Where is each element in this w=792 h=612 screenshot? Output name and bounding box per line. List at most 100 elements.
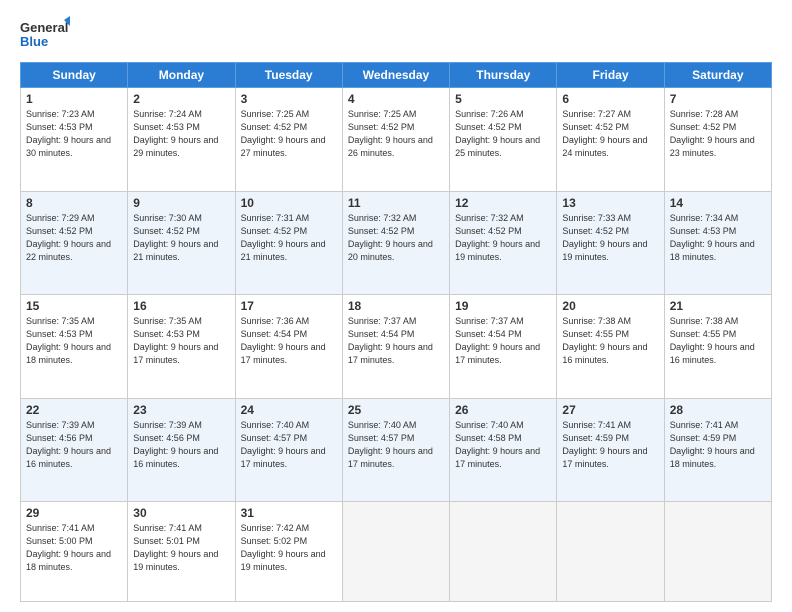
day-number: 12 [455, 196, 551, 210]
day-header-sunday: Sunday [21, 63, 128, 88]
day-info: Sunrise: 7:29 AMSunset: 4:52 PMDaylight:… [26, 212, 122, 264]
day-number: 3 [241, 92, 337, 106]
day-info: Sunrise: 7:25 AMSunset: 4:52 PMDaylight:… [241, 108, 337, 160]
day-info: Sunrise: 7:41 AMSunset: 4:59 PMDaylight:… [670, 419, 766, 471]
day-number: 24 [241, 403, 337, 417]
day-header-thursday: Thursday [450, 63, 557, 88]
day-info: Sunrise: 7:38 AMSunset: 4:55 PMDaylight:… [562, 315, 658, 367]
calendar-cell [664, 502, 771, 602]
day-info: Sunrise: 7:26 AMSunset: 4:52 PMDaylight:… [455, 108, 551, 160]
calendar-cell: 20 Sunrise: 7:38 AMSunset: 4:55 PMDaylig… [557, 295, 664, 399]
calendar-cell [557, 502, 664, 602]
day-info: Sunrise: 7:40 AMSunset: 4:57 PMDaylight:… [348, 419, 444, 471]
day-header-tuesday: Tuesday [235, 63, 342, 88]
day-info: Sunrise: 7:33 AMSunset: 4:52 PMDaylight:… [562, 212, 658, 264]
day-info: Sunrise: 7:40 AMSunset: 4:57 PMDaylight:… [241, 419, 337, 471]
day-info: Sunrise: 7:37 AMSunset: 4:54 PMDaylight:… [455, 315, 551, 367]
day-number: 10 [241, 196, 337, 210]
week-row-4: 22 Sunrise: 7:39 AMSunset: 4:56 PMDaylig… [21, 398, 772, 502]
calendar-cell: 26 Sunrise: 7:40 AMSunset: 4:58 PMDaylig… [450, 398, 557, 502]
day-info: Sunrise: 7:27 AMSunset: 4:52 PMDaylight:… [562, 108, 658, 160]
calendar-cell: 22 Sunrise: 7:39 AMSunset: 4:56 PMDaylig… [21, 398, 128, 502]
day-info: Sunrise: 7:35 AMSunset: 4:53 PMDaylight:… [26, 315, 122, 367]
calendar-cell: 15 Sunrise: 7:35 AMSunset: 4:53 PMDaylig… [21, 295, 128, 399]
header: General Blue [20, 16, 772, 54]
calendar-cell [342, 502, 449, 602]
day-number: 8 [26, 196, 122, 210]
day-header-friday: Friday [557, 63, 664, 88]
calendar-cell: 18 Sunrise: 7:37 AMSunset: 4:54 PMDaylig… [342, 295, 449, 399]
calendar-cell: 12 Sunrise: 7:32 AMSunset: 4:52 PMDaylig… [450, 191, 557, 295]
day-number: 21 [670, 299, 766, 313]
day-number: 2 [133, 92, 229, 106]
calendar-cell [450, 502, 557, 602]
day-info: Sunrise: 7:41 AMSunset: 5:01 PMDaylight:… [133, 522, 229, 574]
logo: General Blue [20, 16, 70, 54]
calendar-cell: 17 Sunrise: 7:36 AMSunset: 4:54 PMDaylig… [235, 295, 342, 399]
calendar-cell: 1 Sunrise: 7:23 AMSunset: 4:53 PMDayligh… [21, 88, 128, 192]
day-number: 5 [455, 92, 551, 106]
day-number: 14 [670, 196, 766, 210]
day-info: Sunrise: 7:23 AMSunset: 4:53 PMDaylight:… [26, 108, 122, 160]
day-info: Sunrise: 7:36 AMSunset: 4:54 PMDaylight:… [241, 315, 337, 367]
day-header-saturday: Saturday [664, 63, 771, 88]
calendar-cell: 9 Sunrise: 7:30 AMSunset: 4:52 PMDayligh… [128, 191, 235, 295]
day-info: Sunrise: 7:28 AMSunset: 4:52 PMDaylight:… [670, 108, 766, 160]
day-info: Sunrise: 7:39 AMSunset: 4:56 PMDaylight:… [26, 419, 122, 471]
logo-svg: General Blue [20, 16, 70, 54]
day-info: Sunrise: 7:42 AMSunset: 5:02 PMDaylight:… [241, 522, 337, 574]
day-info: Sunrise: 7:30 AMSunset: 4:52 PMDaylight:… [133, 212, 229, 264]
calendar-cell: 31 Sunrise: 7:42 AMSunset: 5:02 PMDaylig… [235, 502, 342, 602]
calendar-cell: 14 Sunrise: 7:34 AMSunset: 4:53 PMDaylig… [664, 191, 771, 295]
day-number: 28 [670, 403, 766, 417]
calendar-cell: 21 Sunrise: 7:38 AMSunset: 4:55 PMDaylig… [664, 295, 771, 399]
day-info: Sunrise: 7:32 AMSunset: 4:52 PMDaylight:… [455, 212, 551, 264]
day-info: Sunrise: 7:40 AMSunset: 4:58 PMDaylight:… [455, 419, 551, 471]
day-number: 27 [562, 403, 658, 417]
calendar-cell: 10 Sunrise: 7:31 AMSunset: 4:52 PMDaylig… [235, 191, 342, 295]
day-number: 19 [455, 299, 551, 313]
calendar-cell: 8 Sunrise: 7:29 AMSunset: 4:52 PMDayligh… [21, 191, 128, 295]
day-number: 31 [241, 506, 337, 520]
svg-text:Blue: Blue [20, 34, 48, 49]
page: General Blue SundayMondayTuesdayWednesda… [0, 0, 792, 612]
calendar-cell: 16 Sunrise: 7:35 AMSunset: 4:53 PMDaylig… [128, 295, 235, 399]
day-info: Sunrise: 7:24 AMSunset: 4:53 PMDaylight:… [133, 108, 229, 160]
calendar-cell: 24 Sunrise: 7:40 AMSunset: 4:57 PMDaylig… [235, 398, 342, 502]
day-number: 18 [348, 299, 444, 313]
calendar-cell: 13 Sunrise: 7:33 AMSunset: 4:52 PMDaylig… [557, 191, 664, 295]
day-info: Sunrise: 7:25 AMSunset: 4:52 PMDaylight:… [348, 108, 444, 160]
calendar-cell: 19 Sunrise: 7:37 AMSunset: 4:54 PMDaylig… [450, 295, 557, 399]
day-info: Sunrise: 7:34 AMSunset: 4:53 PMDaylight:… [670, 212, 766, 264]
day-number: 7 [670, 92, 766, 106]
svg-text:General: General [20, 20, 68, 35]
day-number: 17 [241, 299, 337, 313]
day-number: 20 [562, 299, 658, 313]
calendar-cell: 30 Sunrise: 7:41 AMSunset: 5:01 PMDaylig… [128, 502, 235, 602]
day-number: 6 [562, 92, 658, 106]
day-number: 22 [26, 403, 122, 417]
week-row-5: 29 Sunrise: 7:41 AMSunset: 5:00 PMDaylig… [21, 502, 772, 602]
day-info: Sunrise: 7:41 AMSunset: 5:00 PMDaylight:… [26, 522, 122, 574]
day-info: Sunrise: 7:35 AMSunset: 4:53 PMDaylight:… [133, 315, 229, 367]
calendar-cell: 2 Sunrise: 7:24 AMSunset: 4:53 PMDayligh… [128, 88, 235, 192]
day-number: 1 [26, 92, 122, 106]
day-number: 11 [348, 196, 444, 210]
header-row: SundayMondayTuesdayWednesdayThursdayFrid… [21, 63, 772, 88]
day-info: Sunrise: 7:41 AMSunset: 4:59 PMDaylight:… [562, 419, 658, 471]
day-info: Sunrise: 7:37 AMSunset: 4:54 PMDaylight:… [348, 315, 444, 367]
day-number: 13 [562, 196, 658, 210]
day-number: 4 [348, 92, 444, 106]
calendar-cell: 5 Sunrise: 7:26 AMSunset: 4:52 PMDayligh… [450, 88, 557, 192]
calendar-cell: 29 Sunrise: 7:41 AMSunset: 5:00 PMDaylig… [21, 502, 128, 602]
week-row-3: 15 Sunrise: 7:35 AMSunset: 4:53 PMDaylig… [21, 295, 772, 399]
day-number: 23 [133, 403, 229, 417]
calendar-table: SundayMondayTuesdayWednesdayThursdayFrid… [20, 62, 772, 602]
week-row-1: 1 Sunrise: 7:23 AMSunset: 4:53 PMDayligh… [21, 88, 772, 192]
calendar-cell: 25 Sunrise: 7:40 AMSunset: 4:57 PMDaylig… [342, 398, 449, 502]
day-info: Sunrise: 7:38 AMSunset: 4:55 PMDaylight:… [670, 315, 766, 367]
calendar-cell: 7 Sunrise: 7:28 AMSunset: 4:52 PMDayligh… [664, 88, 771, 192]
day-number: 26 [455, 403, 551, 417]
day-info: Sunrise: 7:32 AMSunset: 4:52 PMDaylight:… [348, 212, 444, 264]
week-row-2: 8 Sunrise: 7:29 AMSunset: 4:52 PMDayligh… [21, 191, 772, 295]
